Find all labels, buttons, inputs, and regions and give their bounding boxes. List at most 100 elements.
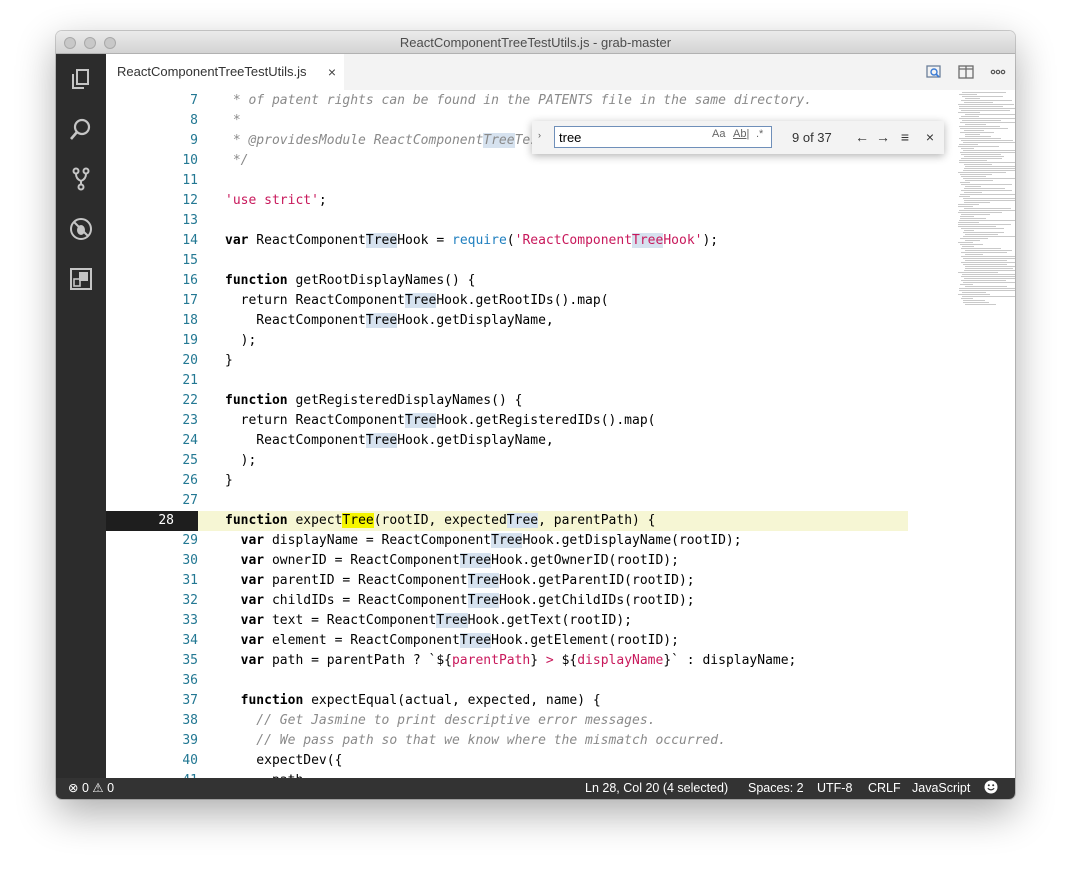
feedback-smiley-icon[interactable] <box>984 778 998 799</box>
toggle-replace-icon[interactable]: › <box>538 130 541 140</box>
open-preview-icon[interactable] <box>925 63 943 81</box>
minimap-line <box>961 298 973 299</box>
minimap-line <box>963 282 1015 283</box>
code-line[interactable]: 10 */ <box>106 151 908 171</box>
minimap-line <box>962 92 1006 93</box>
code-line[interactable]: 31 var parentID = ReactComponentTreeHook… <box>106 571 908 591</box>
code-line[interactable]: 34 var element = ReactComponentTreeHook.… <box>106 631 908 651</box>
error-count: 0 <box>81 781 89 795</box>
minimap-line <box>958 222 979 223</box>
minimap-line <box>961 190 1012 191</box>
match-case-icon[interactable]: Aa <box>712 128 725 140</box>
code-line[interactable]: 39 // We pass path so that we know where… <box>106 731 908 751</box>
search-icon[interactable] <box>66 114 96 144</box>
code-line[interactable]: 21 <box>106 371 908 391</box>
minimap-line <box>963 300 985 301</box>
close-window-button[interactable] <box>64 37 76 49</box>
code-line[interactable]: 22 function getRegisteredDisplayNames() { <box>106 391 908 411</box>
minimap-line <box>964 102 993 103</box>
more-icon[interactable] <box>989 63 1007 81</box>
code-line[interactable]: 29 var displayName = ReactComponentTreeH… <box>106 531 908 551</box>
code-line[interactable]: 13 <box>106 211 908 231</box>
code-line[interactable]: 26} <box>106 471 908 491</box>
minimap-line <box>959 138 1001 139</box>
minimap-line <box>965 114 1015 115</box>
code-line[interactable]: 23 return ReactComponentTreeHook.getRegi… <box>106 411 908 431</box>
regex-icon[interactable]: .* <box>756 128 763 140</box>
code-line[interactable]: 11 <box>106 171 908 191</box>
minimap-line <box>963 178 1015 179</box>
code-line[interactable]: 19 ); <box>106 331 908 351</box>
minimap[interactable] <box>956 90 1015 778</box>
code-line[interactable]: 20} <box>106 351 908 371</box>
minimap-line <box>965 124 986 125</box>
split-editor-icon[interactable] <box>957 63 975 81</box>
code-line[interactable]: 37 function expectEqual(actual, expected… <box>106 691 908 711</box>
code-text: path, <box>225 771 311 778</box>
line-number: 9 <box>190 133 198 148</box>
minimap-line <box>961 176 986 177</box>
minimap-line <box>961 280 1006 281</box>
code-text: // Get Jasmine to print descriptive erro… <box>225 713 656 728</box>
line-number: 20 <box>182 353 198 368</box>
match-count: 9 of 37 <box>792 130 832 145</box>
line-number: 8 <box>190 113 198 128</box>
files-icon[interactable] <box>66 64 96 94</box>
indentation[interactable]: Spaces: 2 <box>748 778 804 799</box>
code-line[interactable]: 15 <box>106 251 908 271</box>
minimap-line <box>965 136 991 137</box>
tab-react-component-tree-test-utils[interactable]: ReactComponentTreeTestUtils.js × <box>106 54 344 90</box>
find-in-selection-icon[interactable]: ≡ <box>895 127 915 147</box>
code-line[interactable]: 16 function getRootDisplayNames() { <box>106 271 908 291</box>
problems-indicator[interactable]: ⊗ 0 ⚠ 0 <box>68 778 114 799</box>
code-editor[interactable]: 7 * of patent rights can be found in the… <box>106 90 1015 778</box>
line-number: 14 <box>182 233 198 248</box>
minimap-line <box>958 294 990 295</box>
code-line[interactable]: 32 var childIDs = ReactComponentTreeHook… <box>106 591 908 611</box>
close-tab-icon[interactable]: × <box>328 54 336 90</box>
minimap-line <box>961 262 1015 263</box>
minimap-line <box>959 210 1015 211</box>
extensions-icon[interactable] <box>66 264 96 294</box>
minimap-line <box>959 160 987 161</box>
code-line[interactable]: 38 // Get Jasmine to print descriptive e… <box>106 711 908 731</box>
close-find-icon[interactable]: × <box>920 127 940 147</box>
code-line[interactable]: 24 ReactComponentTreeHook.getDisplayName… <box>106 431 908 451</box>
source-control-icon[interactable] <box>66 164 96 194</box>
code-line[interactable]: 12 'use strict'; <box>106 191 908 211</box>
minimap-line <box>963 302 989 303</box>
debug-icon[interactable] <box>66 214 96 244</box>
minimap-line <box>965 180 993 181</box>
whole-word-icon[interactable]: Ab| <box>733 128 749 140</box>
next-match-icon[interactable]: → <box>873 127 893 147</box>
code-line[interactable]: 27 <box>106 491 908 511</box>
line-number: 39 <box>182 733 198 748</box>
minimap-line <box>965 234 998 235</box>
code-line[interactable]: 35 var path = parentPath ? `${parentPath… <box>106 651 908 671</box>
line-number: 26 <box>182 473 198 488</box>
line-number: 13 <box>182 213 198 228</box>
language-mode[interactable]: JavaScript <box>912 778 970 799</box>
code-line[interactable]: 14 var ReactComponentTreeHook = require('… <box>106 231 908 251</box>
cursor-position[interactable]: Ln 28, Col 20 (4 selected) <box>585 778 728 799</box>
minimap-line <box>959 106 1003 107</box>
line-ending[interactable]: CRLF <box>868 778 901 799</box>
code-line[interactable]: 30 var ownerID = ReactComponentTreeHook.… <box>106 551 908 571</box>
code-line[interactable]: 7 * of patent rights can be found in the… <box>106 91 908 111</box>
previous-match-icon[interactable]: ← <box>852 127 872 147</box>
line-number: 10 <box>182 153 198 168</box>
code-line[interactable]: 18 ReactComponentTreeHook.getDisplayName… <box>106 311 908 331</box>
zoom-window-button[interactable] <box>104 37 116 49</box>
minimap-line <box>965 250 1012 251</box>
code-line[interactable]: 33 var text = ReactComponentTreeHook.get… <box>106 611 908 631</box>
code-line[interactable]: 17 return ReactComponentTreeHook.getRoot… <box>106 291 908 311</box>
code-line[interactable]: 40 expectDev({ <box>106 751 908 771</box>
code-line[interactable]: 36 <box>106 671 908 691</box>
encoding[interactable]: UTF-8 <box>817 778 852 799</box>
code-line[interactable]: 41 path, <box>106 771 908 778</box>
minimap-line <box>959 118 1015 119</box>
code-line[interactable]: 25 ); <box>106 451 908 471</box>
minimap-line <box>964 208 1011 209</box>
code-line[interactable]: 28 function expectTree(rootID, expectedTr… <box>106 511 908 531</box>
minimize-window-button[interactable] <box>84 37 96 49</box>
